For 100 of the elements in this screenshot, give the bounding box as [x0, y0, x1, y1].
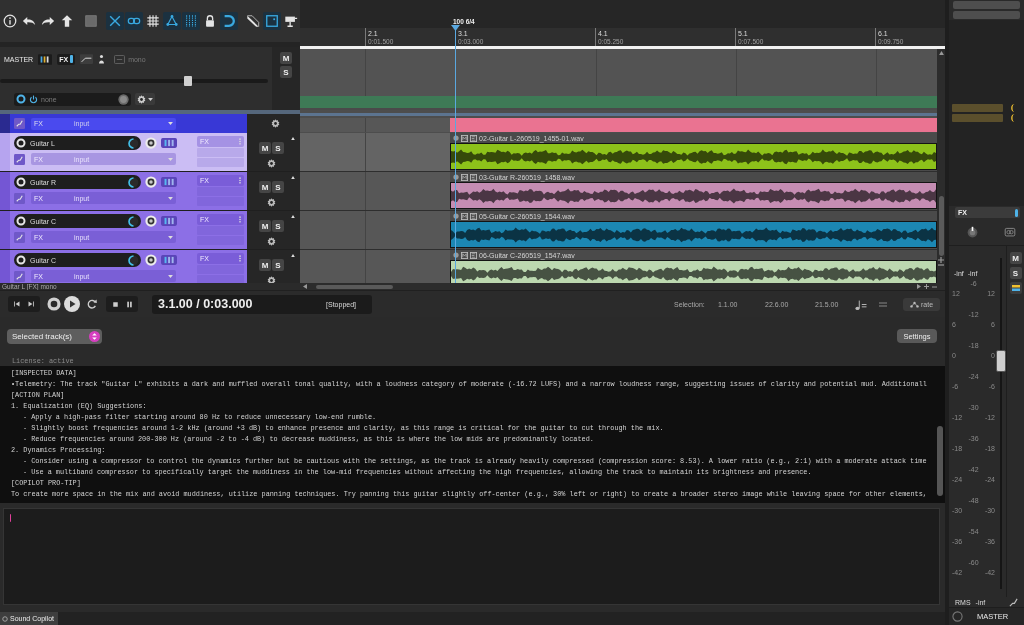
record-button[interactable]	[46, 296, 62, 312]
solo-button[interactable]: S	[1009, 267, 1022, 279]
toolbar-button[interactable]	[163, 12, 181, 30]
audio-clip[interactable]	[450, 118, 937, 132]
pan-knob-icon	[145, 137, 157, 149]
stripes-icon	[1009, 282, 1022, 294]
playhead[interactable]	[451, 25, 460, 283]
ring-icon	[2, 615, 8, 622]
horizontal-scrollbar[interactable]	[300, 283, 945, 290]
circle-icon	[952, 611, 963, 622]
panel-icon	[265, 14, 279, 28]
cross-icon	[108, 14, 122, 28]
solo-button[interactable]: S	[280, 66, 292, 78]
vertical-scrollbar[interactable]	[937, 49, 945, 283]
caret-icon	[168, 157, 173, 161]
arc-knob-icon	[128, 176, 139, 188]
mute-button[interactable]: M	[1009, 252, 1022, 264]
mute-box-icon	[461, 251, 468, 259]
scrollbar-thumb[interactable]	[316, 284, 393, 289]
monitor-icon	[284, 14, 298, 28]
slider-thumb[interactable]	[183, 76, 192, 86]
magnet-icon	[222, 14, 236, 28]
mute-button[interactable]: M	[259, 142, 271, 154]
pan-knob-icon	[145, 176, 157, 188]
toggle-icon	[70, 55, 74, 63]
mute-box-icon	[461, 173, 468, 181]
scrollbar-thumb[interactable]	[937, 426, 943, 496]
mute-button[interactable]: M	[280, 52, 292, 64]
minus-box-icon	[114, 54, 126, 64]
caret-icon	[168, 274, 173, 278]
arc-knob-icon	[128, 215, 139, 227]
fader-handle[interactable]	[996, 349, 1006, 372]
lock-icon	[203, 14, 217, 28]
toolbar-button[interactable]	[1, 12, 19, 30]
meter-icon	[161, 138, 177, 148]
solo-button[interactable]: S	[272, 220, 284, 232]
mute-box-icon	[461, 134, 468, 142]
skip-forward-icon	[27, 300, 35, 308]
columns-icon	[184, 14, 198, 28]
ring-icon	[16, 177, 26, 187]
target-dropdown[interactable]: Selected track(s)	[7, 329, 102, 344]
power-icon	[29, 94, 38, 104]
minus-icon	[938, 264, 944, 266]
pan-knob-icon	[145, 254, 157, 266]
mute-button[interactable]: M	[259, 220, 271, 232]
caret-icon	[168, 196, 173, 200]
play-button[interactable]	[64, 296, 80, 312]
arc-knob-icon	[128, 254, 139, 266]
solo-button[interactable]: S	[272, 142, 284, 154]
stereo-icon	[1004, 226, 1016, 238]
triangle-icon	[938, 51, 944, 55]
person-icon	[98, 54, 106, 64]
toolbar-button[interactable]	[125, 12, 143, 30]
meter-icon	[161, 216, 177, 226]
gear-icon	[271, 119, 280, 128]
grid-icon	[146, 14, 160, 28]
nodes-icon	[165, 14, 179, 28]
toolbar-button[interactable]	[106, 12, 124, 30]
toolbar-button[interactable]	[263, 12, 281, 30]
list-box-icon	[470, 134, 477, 142]
gear-icon	[137, 94, 146, 104]
knob-icon	[966, 225, 979, 239]
dot-icon	[453, 213, 459, 219]
nodes-icon	[909, 300, 919, 308]
mute-button[interactable]: M	[259, 259, 271, 271]
meter-icon	[38, 53, 53, 65]
toolbar-button[interactable]	[182, 12, 200, 30]
play-icon	[64, 296, 80, 312]
zigzag-line-icon	[14, 118, 25, 129]
solo-button[interactable]: S	[272, 259, 284, 271]
ramp-line-icon	[80, 54, 94, 64]
solo-button[interactable]: S	[272, 181, 284, 193]
meter-icon	[161, 177, 177, 187]
toggle-icon	[1015, 208, 1018, 217]
settings-dropdown[interactable]	[135, 93, 155, 105]
toolbar-button[interactable]	[220, 12, 238, 30]
dot-icon	[453, 252, 459, 258]
skip-back-icon	[13, 300, 21, 308]
list-box-icon	[470, 212, 477, 220]
toolbar-button[interactable]	[144, 12, 162, 30]
zigzag-line-icon	[14, 231, 25, 243]
gear-icon	[267, 159, 276, 168]
gear-icon	[267, 198, 276, 207]
prompt-field[interactable]	[3, 508, 940, 605]
ring-icon	[16, 138, 26, 148]
mute-button[interactable]: M	[259, 181, 271, 193]
ruler-icon	[246, 14, 260, 28]
scrollbar-thumb[interactable]	[938, 196, 944, 256]
arc-knob-icon	[128, 137, 139, 149]
caret-icon	[168, 122, 173, 125]
mute-box-icon	[461, 212, 468, 220]
toolbar-button[interactable]	[244, 12, 262, 30]
left-arrow-icon	[303, 284, 307, 289]
small-triangle-icon	[291, 215, 295, 218]
caret-icon	[168, 235, 173, 239]
stop-icon	[110, 299, 120, 309]
pause-icon	[124, 299, 134, 309]
caret-icon	[148, 97, 153, 101]
small-triangle-icon	[291, 254, 295, 257]
knob-icon	[118, 93, 129, 105]
